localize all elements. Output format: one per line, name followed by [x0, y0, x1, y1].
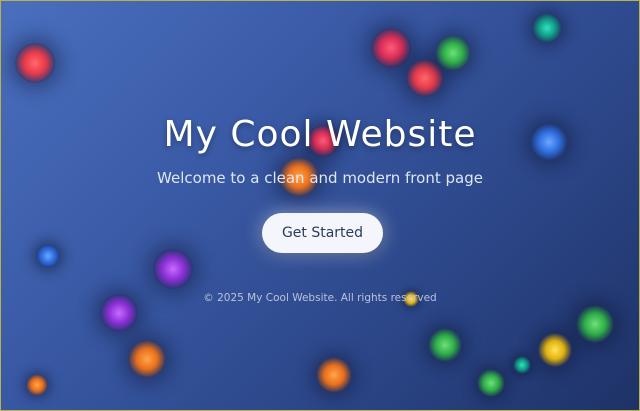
get-started-button[interactable]: Get Started: [262, 213, 383, 253]
footer-copyright: © 2025 My Cool Website. All rights reser…: [203, 292, 437, 304]
hero-subtitle: Welcome to a clean and modern front page: [157, 169, 483, 187]
hero-title: My Cool Website: [163, 114, 477, 155]
landing-page: My Cool Website Welcome to a clean and m…: [0, 0, 640, 411]
hero-section: My Cool Website Welcome to a clean and m…: [1, 1, 639, 410]
